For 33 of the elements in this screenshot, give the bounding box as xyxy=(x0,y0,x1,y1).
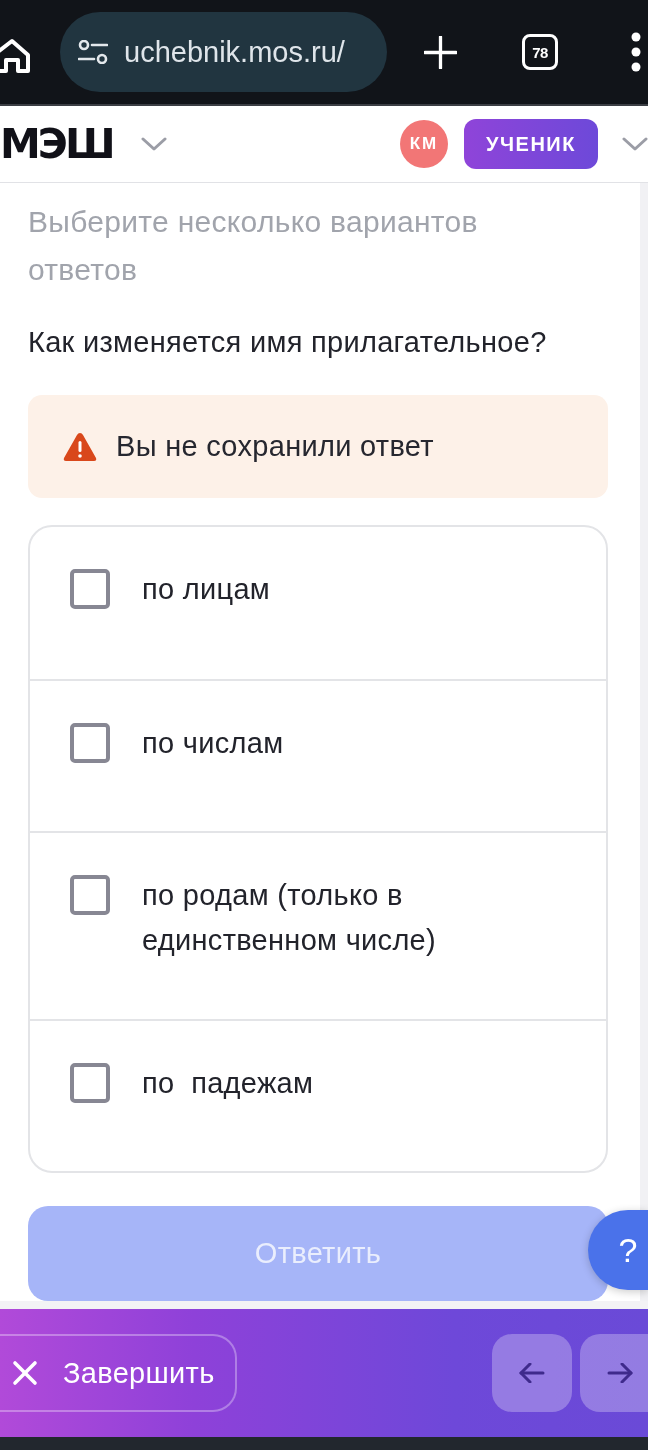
tune-icon[interactable] xyxy=(78,40,108,64)
answer-option[interactable]: по родам (только в единственном числе) xyxy=(30,831,606,1019)
answer-option[interactable]: по числам xyxy=(30,679,606,831)
chevron-down-icon[interactable] xyxy=(140,137,167,151)
option-text: по падежам xyxy=(142,1066,315,1101)
url-text: uchebnik.mos.ru/ xyxy=(124,35,345,69)
address-bar[interactable]: uchebnik.mos.ru/ xyxy=(60,12,387,92)
checkbox[interactable] xyxy=(70,569,110,609)
close-icon xyxy=(12,1360,38,1386)
option-text: по лицам xyxy=(142,572,272,607)
instruction-text: Выберите несколько вариантов ответов xyxy=(28,204,479,288)
menu-icon[interactable] xyxy=(630,32,642,72)
option-text: по числам xyxy=(142,726,285,761)
finish-button[interactable]: Завершить xyxy=(0,1334,237,1412)
checkbox[interactable] xyxy=(70,875,110,915)
home-icon[interactable] xyxy=(0,38,30,74)
next-button[interactable] xyxy=(580,1334,648,1412)
answer-option[interactable]: по падежам xyxy=(30,1019,606,1171)
tab-count-button[interactable]: 78 xyxy=(522,34,558,70)
warning-icon xyxy=(62,430,98,463)
role-badge[interactable]: УЧЕНИК xyxy=(464,119,598,169)
answer-option[interactable]: по лицам xyxy=(30,527,606,679)
logo-text[interactable]: МЭШ xyxy=(0,123,113,165)
question-text: Как изменяется имя прилагательное? xyxy=(28,325,548,360)
plus-icon[interactable] xyxy=(424,35,457,69)
option-text: по родам (только в единственном числе) xyxy=(142,878,437,958)
arrow-right-icon xyxy=(607,1363,633,1383)
previous-button[interactable] xyxy=(492,1334,572,1412)
warning-text: Вы не сохранили ответ xyxy=(116,430,434,463)
checkbox[interactable] xyxy=(70,1063,110,1103)
chevron-down-icon[interactable] xyxy=(622,137,648,151)
checkbox[interactable] xyxy=(70,723,110,763)
arrow-left-icon xyxy=(519,1363,545,1383)
